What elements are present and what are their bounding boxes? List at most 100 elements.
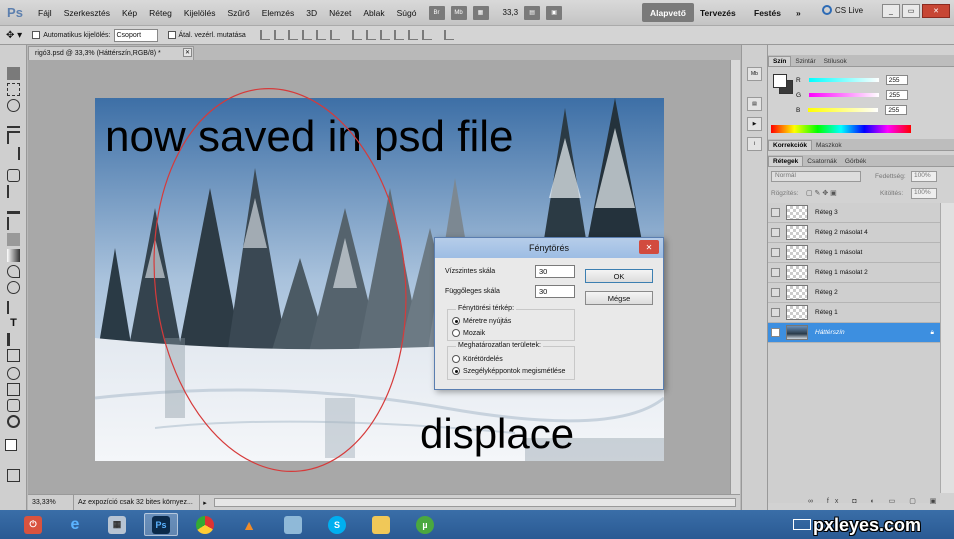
align-top-icon[interactable] [259, 30, 270, 40]
horizontal-scrollbar[interactable] [214, 498, 736, 507]
type-tool-icon[interactable]: T [7, 317, 20, 330]
actions-panel-icon[interactable]: ▶ [747, 117, 762, 131]
tab-channels[interactable]: Csatornák [803, 157, 841, 166]
eraser-tool-icon[interactable] [7, 233, 20, 246]
minimize-icon[interactable]: _ [882, 4, 900, 18]
layer-row[interactable]: Réteg 3 [768, 203, 940, 223]
distribute-vcenter-icon[interactable] [365, 30, 376, 40]
visibility-icon[interactable] [771, 308, 780, 317]
red-value[interactable]: 255 [885, 75, 908, 85]
keyboard-icon[interactable] [793, 519, 811, 530]
move-tool-icon[interactable]: ✥ ▾ [6, 30, 22, 41]
tab-styles[interactable]: Stílusok [820, 57, 851, 66]
tab-curves[interactable]: Görbék [841, 157, 870, 166]
layer-row[interactable]: Réteg 1 [768, 303, 940, 323]
layers-footer-icons[interactable]: ∞ fx ◘ ◐ ▭ ▢ ▣ [808, 497, 942, 505]
horizontal-scale-input[interactable]: 30 [535, 265, 575, 278]
menu-edit[interactable]: Szerkesztés [58, 8, 116, 18]
layer-row-selected[interactable]: Háttérszín 🔒︎ [768, 323, 940, 343]
status-arrow-icon[interactable]: ▸ [200, 499, 210, 507]
cs-live-button[interactable]: CS Live [822, 5, 863, 15]
minibridge-panel-icon[interactable]: Mb [747, 67, 762, 81]
move-tool-icon[interactable] [7, 67, 20, 80]
taskbar-explorer[interactable] [364, 513, 398, 536]
workspace-design[interactable]: Tervezés [692, 3, 744, 22]
align-bottom-icon[interactable] [287, 30, 298, 40]
menu-filter[interactable]: Szűrő [221, 8, 255, 18]
taskbar-photoshop[interactable]: Ps [144, 513, 178, 536]
layer-row[interactable]: Réteg 1 másolat [768, 243, 940, 263]
history-panel-icon[interactable]: ▤ [747, 97, 762, 111]
visibility-icon[interactable] [771, 228, 780, 237]
auto-align-icon[interactable] [443, 30, 454, 40]
foreground-color-swatch[interactable] [5, 439, 17, 451]
visibility-icon[interactable] [771, 248, 780, 257]
cancel-button[interactable]: Mégse [585, 291, 653, 305]
tab-color[interactable]: Szín [768, 56, 792, 66]
bridge-icon[interactable]: Br [428, 5, 445, 20]
distribute-bottom-icon[interactable] [379, 30, 390, 40]
layer-row[interactable]: Réteg 2 másolat 4 [768, 223, 940, 243]
workspace-more-button[interactable]: » [788, 3, 809, 22]
visibility-icon[interactable] [771, 288, 780, 297]
menu-layer[interactable]: Réteg [143, 8, 178, 18]
repeat-edge-radio[interactable] [452, 367, 460, 375]
color-spectrum[interactable] [771, 125, 911, 133]
lasso-tool-icon[interactable] [7, 99, 20, 112]
transform-controls-checkbox[interactable] [167, 31, 176, 39]
zoom-level[interactable]: 33,3 [503, 8, 519, 17]
menu-image[interactable]: Kép [116, 8, 143, 18]
tab-adjustments[interactable]: Korrekciók [768, 140, 812, 150]
blue-value[interactable]: 255 [885, 105, 908, 115]
dodge-tool-icon[interactable] [7, 281, 20, 294]
history-brush-tool-icon[interactable] [7, 217, 20, 230]
3d-camera-tool-icon[interactable] [7, 383, 20, 396]
shape-tool-icon[interactable] [7, 349, 20, 362]
pen-tool-icon[interactable] [7, 301, 20, 314]
distribute-left-icon[interactable] [393, 30, 404, 40]
blend-mode-dropdown[interactable]: Normál [771, 171, 861, 182]
workspace-essentials[interactable]: Alapvető [642, 3, 694, 22]
healing-brush-tool-icon[interactable] [7, 169, 20, 182]
taskbar-skype[interactable]: S [320, 513, 354, 536]
fg-color-swatch[interactable] [773, 74, 787, 88]
layers-scrollbar[interactable] [940, 203, 954, 493]
marquee-tool-icon[interactable] [7, 83, 20, 96]
taskbar-notes[interactable] [276, 513, 310, 536]
menu-select[interactable]: Kijelölés [178, 8, 222, 18]
document-close-icon[interactable]: ✕ [183, 48, 192, 57]
tile-option[interactable]: Mozaik [452, 329, 485, 337]
taskbar-vlc[interactable]: ▲ [232, 513, 266, 536]
restore-icon[interactable]: ▭ [902, 4, 920, 18]
stretch-to-fit-radio[interactable] [452, 317, 460, 325]
layer-row[interactable]: Réteg 2 [768, 283, 940, 303]
wrap-around-option[interactable]: Körétördelés [452, 355, 503, 363]
stretch-to-fit-option[interactable]: Méretre nyújtás [452, 317, 511, 325]
minibridge-icon[interactable]: Mb [450, 5, 467, 20]
quick-mask-icon[interactable] [7, 469, 20, 482]
menu-file[interactable]: Fájl [32, 8, 58, 18]
ok-button[interactable]: OK [585, 269, 653, 283]
tab-swatches[interactable]: Szintár [791, 57, 819, 66]
3d-rotate-tool-icon[interactable] [7, 367, 20, 380]
menu-help[interactable]: Súgó [391, 8, 423, 18]
vertical-scale-input[interactable]: 30 [535, 285, 575, 298]
align-right-icon[interactable] [329, 30, 340, 40]
visibility-icon[interactable] [771, 328, 780, 337]
close-icon[interactable]: ✕ [922, 4, 950, 18]
lock-icons[interactable]: ▢ ✎ ✥ ▣ [806, 189, 837, 197]
menu-view[interactable]: Nézet [323, 8, 357, 18]
hand-tool-icon[interactable] [7, 399, 20, 412]
quick-select-tool-icon[interactable] [7, 115, 20, 128]
document-tab[interactable]: rigó3.psd @ 33,3% (Háttérszín,RGB/8) * [28, 46, 194, 60]
blue-slider[interactable] [808, 108, 879, 112]
red-slider[interactable] [808, 78, 879, 82]
distribute-top-icon[interactable] [351, 30, 362, 40]
taskbar-calculator[interactable]: ▦ [100, 513, 134, 536]
tab-masks[interactable]: Maszkok [812, 141, 846, 150]
repeat-edge-option[interactable]: Szegélyképpontok megismétlése [452, 367, 565, 375]
visibility-icon[interactable] [771, 208, 780, 217]
view-extras-icon[interactable]: ▦ [472, 5, 489, 20]
vertical-scrollbar[interactable] [730, 60, 740, 494]
fill-value[interactable]: 100% [911, 188, 937, 199]
